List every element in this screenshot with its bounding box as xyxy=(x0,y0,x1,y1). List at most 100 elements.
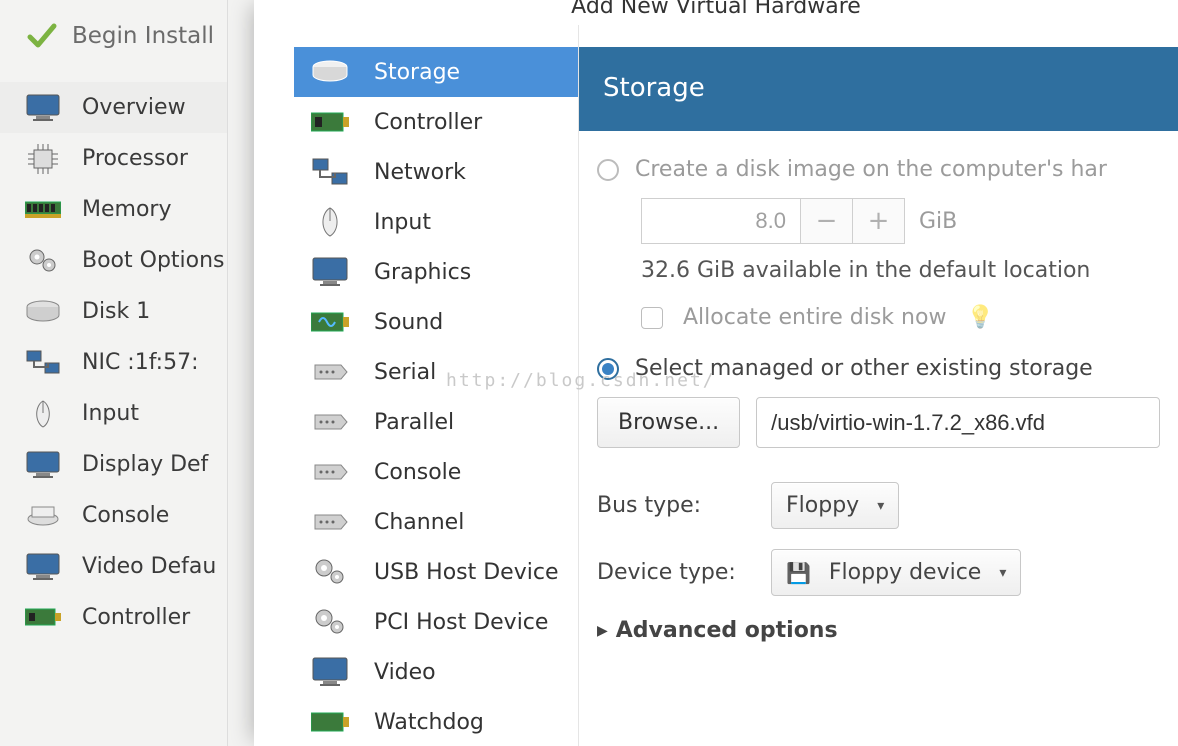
port-icon xyxy=(308,405,352,439)
sound-card-icon xyxy=(308,305,352,339)
cat-video[interactable]: Video xyxy=(294,647,578,697)
gears-icon xyxy=(22,245,64,277)
sidebar-item-label: Video Defau xyxy=(82,554,216,579)
controller-card-icon xyxy=(308,705,352,739)
sidebar-item-display[interactable]: Display Def xyxy=(0,439,227,490)
monitor-icon xyxy=(22,449,64,481)
mouse-icon xyxy=(22,398,64,430)
vm-hardware-list: Overview Processor Memory Boot Options D… xyxy=(0,82,227,643)
vm-details-window: Begin Install Overview Processor Memory … xyxy=(0,0,228,746)
cat-label: Storage xyxy=(374,60,460,85)
cpu-icon xyxy=(22,143,64,175)
radio-create-disk[interactable] xyxy=(597,159,619,181)
cat-pci-host[interactable]: PCI Host Device xyxy=(294,597,578,647)
sidebar-item-disk1[interactable]: Disk 1 xyxy=(0,286,227,337)
triangle-right-icon: ▶ xyxy=(597,623,608,639)
sidebar-item-nic[interactable]: NIC :1f:57: xyxy=(0,337,227,388)
cat-storage[interactable]: Storage xyxy=(294,47,578,97)
cat-console[interactable]: Console xyxy=(294,447,578,497)
monitor-icon xyxy=(22,551,64,583)
cat-controller[interactable]: Controller xyxy=(294,97,578,147)
cat-label: Watchdog xyxy=(374,710,484,735)
advanced-options-label: Advanced options xyxy=(616,618,838,643)
port-icon xyxy=(308,455,352,489)
sidebar-item-label: Memory xyxy=(82,197,171,222)
gears-icon xyxy=(308,605,352,639)
cat-sound[interactable]: Sound xyxy=(294,297,578,347)
device-type-value: Floppy device xyxy=(829,560,981,585)
cat-label: Graphics xyxy=(374,260,471,285)
cat-label: Video xyxy=(374,660,436,685)
allocate-checkbox[interactable] xyxy=(641,307,663,329)
cat-label: PCI Host Device xyxy=(374,610,548,635)
chevron-down-icon: ▾ xyxy=(877,498,884,514)
sidebar-item-memory[interactable]: Memory xyxy=(0,184,227,235)
cat-serial[interactable]: Serial xyxy=(294,347,578,397)
memory-icon xyxy=(22,194,64,226)
add-hardware-dialog: Add New Virtual Hardware Storage Control… xyxy=(254,0,1178,746)
network-icon xyxy=(22,347,64,379)
radio-create-label: Create a disk image on the computer's ha… xyxy=(635,157,1107,182)
bus-type-value: Floppy xyxy=(786,493,859,518)
stepper-minus-button[interactable]: − xyxy=(801,198,853,244)
monitor-icon xyxy=(308,255,352,289)
port-icon xyxy=(308,505,352,539)
device-type-label: Device type: xyxy=(597,560,757,585)
cat-label: Sound xyxy=(374,310,443,335)
cat-channel[interactable]: Channel xyxy=(294,497,578,547)
sidebar-item-label: Display Def xyxy=(82,452,208,477)
cat-label: Parallel xyxy=(374,410,454,435)
sidebar-item-input[interactable]: Input xyxy=(0,388,227,439)
browse-button[interactable]: Browse... xyxy=(597,397,740,448)
sidebar-item-label: Disk 1 xyxy=(82,299,150,324)
cat-label: Network xyxy=(374,160,466,185)
cat-network[interactable]: Network xyxy=(294,147,578,197)
available-space-label: 32.6 GiB available in the default locati… xyxy=(641,258,1160,283)
gears-icon xyxy=(308,555,352,589)
cat-label: Input xyxy=(374,210,431,235)
network-icon xyxy=(308,155,352,189)
controller-card-icon xyxy=(308,105,352,139)
port-icon xyxy=(308,355,352,389)
sidebar-item-boot-options[interactable]: Boot Options xyxy=(0,235,227,286)
disk-icon xyxy=(22,296,64,328)
advanced-options-expander[interactable]: ▶ Advanced options xyxy=(597,618,1160,643)
cat-label: Console xyxy=(374,460,461,485)
dialog-title: Add New Virtual Hardware xyxy=(254,0,1178,25)
radio-existing-label: Select managed or other existing storage xyxy=(635,356,1093,381)
radio-existing-storage[interactable] xyxy=(597,358,619,380)
begin-install-label: Begin Install xyxy=(72,23,214,49)
cat-label: USB Host Device xyxy=(374,560,558,585)
cat-label: Serial xyxy=(374,360,436,385)
monitor-icon xyxy=(308,655,352,689)
sidebar-item-video[interactable]: Video Defau xyxy=(0,541,227,592)
sidebar-item-console[interactable]: Console xyxy=(0,490,227,541)
disk-size-unit: GiB xyxy=(919,209,957,234)
cat-usb-host[interactable]: USB Host Device xyxy=(294,547,578,597)
sidebar-item-label: Input xyxy=(82,401,139,426)
console-icon xyxy=(22,500,64,532)
storage-path-input[interactable] xyxy=(756,397,1160,448)
device-type-select[interactable]: 💾 Floppy device ▾ xyxy=(771,549,1021,596)
hardware-category-list: Storage Controller Network Input Graphic… xyxy=(254,25,579,746)
cat-input[interactable]: Input xyxy=(294,197,578,247)
cat-watchdog[interactable]: Watchdog xyxy=(294,697,578,746)
sidebar-item-label: Console xyxy=(82,503,169,528)
sidebar-item-label: Controller xyxy=(82,605,190,630)
bus-type-label: Bus type: xyxy=(597,493,757,518)
begin-install-button[interactable]: Begin Install xyxy=(0,0,227,82)
floppy-icon: 💾 xyxy=(786,561,811,585)
mouse-icon xyxy=(308,205,352,239)
cat-parallel[interactable]: Parallel xyxy=(294,397,578,447)
sidebar-item-overview[interactable]: Overview xyxy=(0,82,227,133)
sidebar-item-processor[interactable]: Processor xyxy=(0,133,227,184)
bus-type-select[interactable]: Floppy ▾ xyxy=(771,482,899,529)
cat-graphics[interactable]: Graphics xyxy=(294,247,578,297)
stepper-plus-button[interactable]: + xyxy=(853,198,905,244)
allocate-label: Allocate entire disk now xyxy=(683,305,946,330)
disk-size-stepper: − + GiB xyxy=(641,198,1160,244)
disk-size-input[interactable] xyxy=(641,198,801,244)
hint-icon[interactable]: 💡 xyxy=(966,305,993,330)
sidebar-item-label: Overview xyxy=(82,95,186,120)
sidebar-item-controller[interactable]: Controller xyxy=(0,592,227,643)
